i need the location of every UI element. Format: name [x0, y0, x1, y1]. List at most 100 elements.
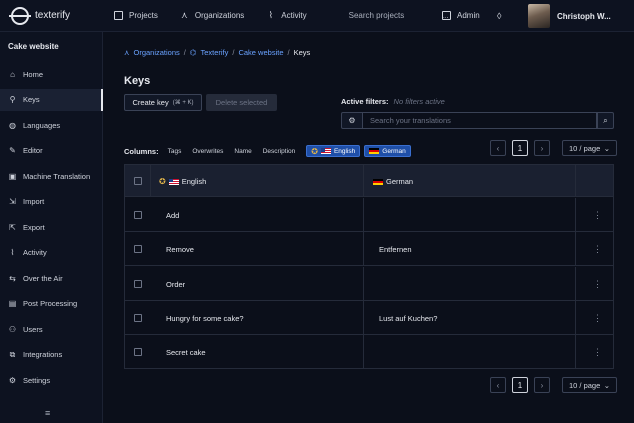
pagination-bottom: ‹ 1 › 10 / page ⌄ — [490, 377, 617, 393]
sidebar-item-editor[interactable]: ✎ Editor — [0, 140, 103, 162]
more-options-icon[interactable]: ⋮ — [593, 245, 602, 254]
row-checkbox[interactable] — [134, 348, 142, 357]
filter-settings-button[interactable]: ⚙ — [341, 112, 363, 129]
column-tag-english[interactable]: ✪ English — [306, 145, 361, 157]
sidebar-item-label: Over the Air — [23, 273, 63, 283]
english-cell[interactable]: Order — [166, 280, 185, 289]
more-options-icon[interactable]: ⋮ — [593, 279, 602, 289]
german-cell[interactable]: Lust auf Kuchen? — [379, 314, 437, 323]
english-cell[interactable]: Add — [166, 211, 179, 220]
sidebar-item-languages[interactable]: ◍ Languages — [0, 114, 103, 136]
header-english: ✪ English — [159, 177, 206, 186]
english-cell[interactable]: Remove — [166, 245, 194, 254]
sidebar-item-label: Machine Translation — [23, 171, 91, 181]
table-row[interactable]: Remove Entfernen ⋮ — [125, 232, 613, 267]
globe-icon: ◍ — [9, 120, 16, 130]
more-options-icon[interactable]: ⋮ — [593, 211, 602, 220]
prev-page-button[interactable]: ‹ — [490, 377, 506, 393]
columns-selector: Columns: Tags Overwrites Name Descriptio… — [124, 145, 415, 157]
sidebar-item-machine-translation[interactable]: ▣ Machine Translation — [0, 165, 103, 187]
sidebar-item-export[interactable]: ⇱ Export — [0, 216, 103, 238]
nav-projects-label: Projects — [129, 11, 158, 20]
nav-organizations-label: Organizations — [194, 11, 245, 20]
column-option-overwrites[interactable]: Overwrites — [192, 148, 223, 155]
translation-search-input[interactable] — [363, 112, 597, 129]
user-menu[interactable]: Christoph W... — [528, 4, 611, 28]
nav-activity[interactable]: ⌇ Activity — [266, 11, 307, 21]
page-title: Keys — [124, 75, 151, 87]
prev-page-button[interactable]: ‹ — [490, 140, 506, 156]
admin-icon — [442, 11, 451, 20]
dark-mode-drop-icon[interactable]: ◊ — [497, 11, 505, 21]
sidebar-item-label: Integrations — [23, 350, 63, 359]
project-search[interactable]: Search projects ... — [349, 11, 449, 20]
sidebar-item-settings[interactable]: ⚙ Settings — [0, 369, 103, 391]
row-checkbox[interactable] — [134, 313, 142, 322]
sidebar-item-integrations[interactable]: ⧉ Integrations — [0, 344, 103, 366]
english-cell[interactable]: Secret cake — [166, 348, 206, 357]
header-german: German — [373, 177, 413, 186]
chevron-down-icon: ⌄ — [603, 380, 610, 390]
table-row[interactable]: Order ⋮ — [125, 266, 613, 301]
row-checkbox[interactable] — [134, 211, 142, 219]
row-checkbox[interactable] — [134, 279, 142, 288]
column-divider — [575, 300, 576, 334]
column-option-description[interactable]: Description — [263, 148, 296, 155]
page-1-button[interactable]: 1 — [512, 140, 528, 156]
nav-activity-label: Activity — [281, 11, 307, 20]
sidebar-item-home[interactable]: ⌂ Home — [0, 63, 103, 85]
german-flag-icon — [373, 178, 383, 185]
page-size-select[interactable]: 10 / page ⌄ — [562, 140, 617, 156]
projects-icon — [114, 11, 123, 20]
sidebar-item-keys[interactable]: ⚲ Keys — [0, 88, 103, 111]
column-divider — [575, 198, 576, 231]
more-options-icon[interactable]: ⋮ — [593, 348, 602, 357]
sidebar-item-over-the-air[interactable]: ⇆ Over the Air — [0, 267, 103, 289]
breadcrumb-project[interactable]: Cake website — [238, 48, 283, 57]
create-key-button[interactable]: Create key (⌘ + K) — [124, 94, 202, 111]
row-checkbox[interactable] — [134, 245, 142, 254]
table-row[interactable]: Add ⋮ — [125, 198, 613, 232]
next-page-button[interactable]: › — [534, 140, 550, 156]
more-options-icon[interactable]: ⋮ — [593, 313, 602, 323]
active-filters-value: No filters active — [393, 97, 445, 106]
table-row[interactable]: Secret cake ⋮ — [125, 335, 613, 370]
breadcrumb-organizations[interactable]: Organizations — [134, 48, 180, 57]
column-option-tags[interactable]: Tags — [168, 148, 182, 155]
breadcrumb-separator: / — [287, 48, 290, 57]
column-tag-german-label: German — [382, 147, 406, 155]
default-language-star-icon: ✪ — [311, 146, 318, 156]
nav-projects[interactable]: Projects — [114, 11, 158, 20]
page-size-select[interactable]: 10 / page ⌄ — [562, 377, 617, 393]
table-row[interactable]: Hungry for some cake? Lust auf Kuchen? ⋮ — [125, 300, 613, 335]
column-tag-german[interactable]: German — [364, 145, 411, 157]
keys-table: ✪ English German Add ⋮ Remove Entfernen ⋮ Ord… — [124, 164, 614, 370]
next-page-button[interactable]: › — [534, 377, 550, 393]
german-cell[interactable]: Entfernen — [379, 245, 412, 254]
sidebar-item-activity[interactable]: ⌇ Activity — [0, 242, 103, 264]
sidebar-item-post-processing[interactable]: ▤ Post Processing — [0, 293, 103, 315]
nav-organizations[interactable]: ⋏ Organizations — [180, 11, 245, 21]
brand[interactable]: texterify — [9, 6, 114, 25]
admin-label: Admin — [457, 11, 480, 20]
english-cell[interactable]: Hungry for some cake? — [166, 314, 244, 323]
swap-icon: ⇆ — [9, 273, 16, 283]
create-key-shortcut: (⌘ + K) — [172, 100, 194, 106]
gear-icon: ⚙ — [8, 375, 17, 385]
column-divider — [575, 232, 576, 266]
sidebar-item-users[interactable]: ⚇ Users — [0, 318, 103, 340]
organization-crumb-icon: ⌬ — [189, 48, 197, 57]
project-search-label: Search projects — [348, 11, 405, 20]
page-1-button[interactable]: 1 — [512, 377, 528, 393]
collapse-sidebar-icon[interactable]: ≡ — [45, 408, 50, 418]
sidebar-item-import[interactable]: ⇲ Import — [0, 191, 103, 213]
admin-link[interactable]: Admin — [442, 11, 480, 20]
breadcrumb-organization[interactable]: Texterify — [200, 48, 228, 57]
select-all-checkbox[interactable] — [134, 177, 142, 185]
search-icon: ⌕ — [603, 115, 608, 125]
sidebar-project-title: Cake website — [8, 42, 59, 51]
delete-selected-button[interactable]: Delete selected — [206, 94, 277, 111]
search-button[interactable]: ⌕ — [597, 112, 614, 129]
breadcrumb-current: Keys — [293, 48, 311, 57]
column-option-name[interactable]: Name — [234, 148, 251, 155]
